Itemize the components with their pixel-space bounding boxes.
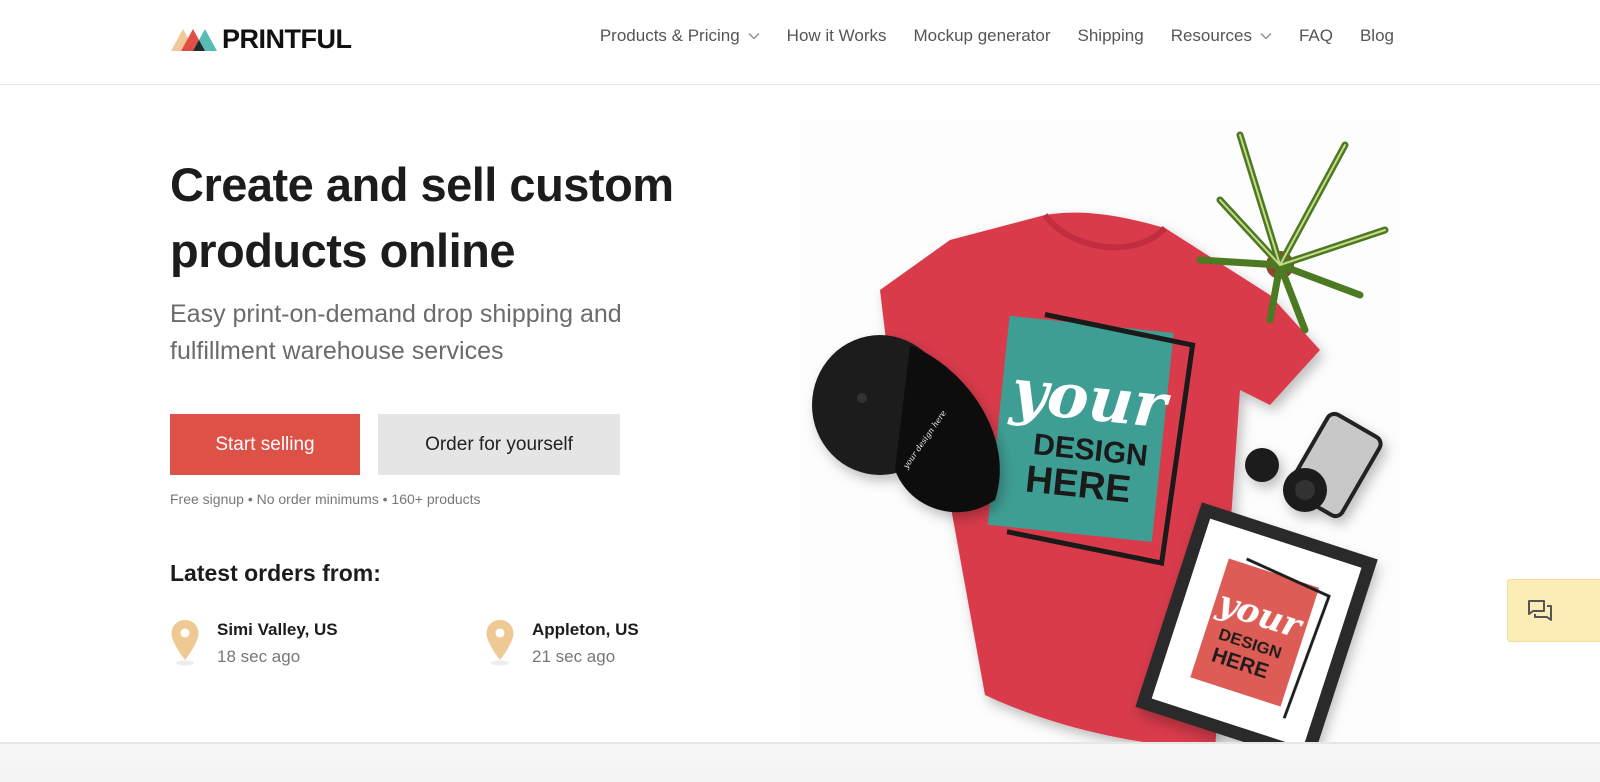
- order-item: Simi Valley, US 18 sec ago: [170, 618, 338, 672]
- order-time: 18 sec ago: [217, 647, 301, 666]
- nav-shipping[interactable]: Shipping: [1078, 26, 1144, 46]
- order-city: Simi Valley, US: [217, 620, 338, 639]
- hero-subtitle: Easy print-on-demand drop shipping and f…: [170, 300, 622, 365]
- logo-text: PRINTFUL: [222, 23, 352, 54]
- order-city: Appleton, US: [532, 620, 639, 639]
- chat-widget-button[interactable]: [1507, 579, 1600, 642]
- printful-logo[interactable]: PRINTFUL: [171, 23, 352, 54]
- nav-label: Shipping: [1077, 26, 1144, 45]
- hero-product-mockup-image: your DESIGN HERE your design here your D…: [800, 120, 1400, 760]
- nav-label: Blog: [1359, 26, 1394, 45]
- hero-text: Create and sell custom products online E…: [170, 152, 770, 370]
- order-item: Appleton, US 21 sec ago: [485, 618, 639, 672]
- nav-blog[interactable]: Blog: [1360, 26, 1394, 46]
- nav-label: Products & Pricing: [599, 26, 740, 45]
- nav-label: FAQ: [1298, 26, 1333, 45]
- nav-label: Resources: [1170, 26, 1252, 45]
- chevron-down-icon: [748, 33, 760, 40]
- hero-title: Create and sell custom products online: [170, 152, 770, 284]
- logo-mountains-icon: [171, 29, 217, 51]
- chat-bubbles-icon: [1528, 599, 1552, 621]
- chevron-down-icon: [1260, 33, 1272, 40]
- nav-how-it-works[interactable]: How it Works: [787, 26, 887, 46]
- nav-label: Mockup generator: [913, 26, 1051, 45]
- nav-mockup-generator[interactable]: Mockup generator: [913, 26, 1050, 46]
- cta-row: Start selling Order for yourself: [170, 414, 620, 475]
- nav-products-pricing[interactable]: Products & Pricing: [600, 26, 760, 46]
- site-header: PRINTFUL Products & Pricing How it Works…: [0, 0, 1600, 85]
- order-time: 21 sec ago: [532, 647, 616, 666]
- hero-title-line-1: Create and sell custom: [170, 158, 674, 211]
- latest-orders-title: Latest orders from:: [170, 560, 381, 586]
- nav-label: How it Works: [786, 26, 887, 45]
- start-selling-button[interactable]: Start selling: [170, 414, 360, 475]
- nav-resources[interactable]: Resources: [1171, 26, 1272, 46]
- main-nav: Products & Pricing How it Works Mockup g…: [600, 26, 1394, 46]
- location-pin-icon: [171, 620, 199, 666]
- hero-title-line-2: products online: [170, 224, 516, 277]
- nav-faq[interactable]: FAQ: [1299, 26, 1333, 46]
- location-pin-icon: [486, 620, 514, 666]
- order-for-yourself-button[interactable]: Order for yourself: [378, 414, 620, 475]
- next-section-edge: [0, 744, 1600, 782]
- cta-note: Free signup • No order minimums • 160+ p…: [170, 491, 481, 507]
